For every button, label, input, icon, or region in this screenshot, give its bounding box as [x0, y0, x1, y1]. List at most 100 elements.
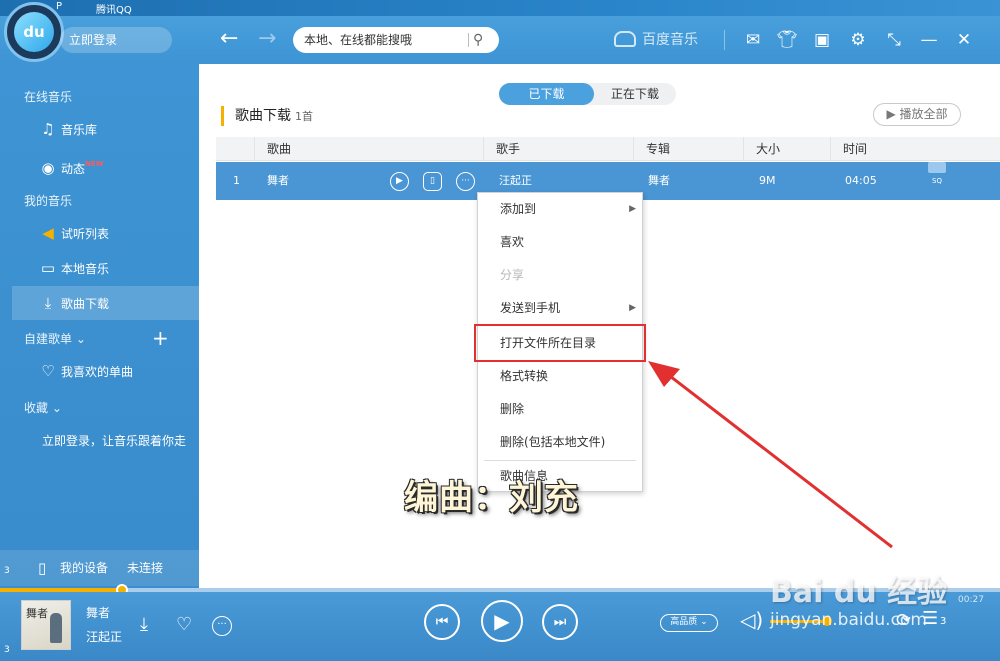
logo-text: du	[14, 12, 54, 52]
menu-item-delete[interactable]: 删除	[478, 393, 642, 426]
sidebar-section-custom-playlists[interactable]: 自建歌单 ⌄	[24, 330, 86, 347]
section-label: 自建歌单	[24, 332, 73, 346]
sq-quality-badge: SQ	[928, 162, 946, 185]
next-track-icon[interactable]: ⏭	[542, 604, 578, 640]
now-playing-title[interactable]: 舞者	[86, 604, 110, 621]
sidebar-section-collections[interactable]: 收藏 ⌄	[24, 399, 62, 416]
column-divider	[483, 137, 484, 161]
sidebar-item-music-library[interactable]: ♫ 音乐库	[12, 112, 199, 146]
page-title: 歌曲下载 1首	[221, 106, 313, 126]
menu-item-label: 格式转换	[500, 369, 549, 383]
column-divider	[830, 137, 831, 161]
music-note-icon: ♫	[41, 120, 55, 138]
search-divider	[468, 33, 469, 47]
close-icon[interactable]: ✕	[952, 28, 976, 52]
sidebar-section-online: 在线音乐	[24, 90, 73, 104]
sidebar-item-label: 动态	[61, 162, 86, 176]
login-prompt[interactable]: 立即登录，让音乐跟着你走	[42, 432, 186, 449]
column-header-album[interactable]: 专辑	[646, 137, 670, 161]
submenu-arrow-icon: ▶	[629, 303, 636, 313]
toolbar-divider	[724, 30, 725, 50]
toolbox-icon[interactable]: ▣	[810, 28, 834, 52]
search-input[interactable]: 本地、在线都能搜哦 ⚲	[293, 27, 499, 53]
now-playing-artist[interactable]: 汪起正	[86, 628, 122, 645]
menu-item-share: 分享	[478, 259, 642, 292]
menu-item-delete-with-files[interactable]: 删除(包括本地文件)	[478, 426, 642, 459]
phone-icon: ▯	[38, 559, 47, 577]
chevron-down-icon: ⌄	[75, 332, 86, 346]
mini-mode-icon[interactable]: ⤡	[882, 28, 906, 52]
disc-icon: ◉	[41, 159, 55, 177]
sidebar-item-favorites[interactable]: ♡ 我喜欢的单曲	[12, 354, 199, 388]
elapsed-time: 00:27	[958, 595, 984, 605]
column-header-size[interactable]: 大小	[756, 137, 780, 161]
previous-track-icon[interactable]: ⏮	[424, 604, 460, 640]
column-header-time[interactable]: 时间	[843, 137, 867, 161]
annotation-arrow-icon	[648, 361, 893, 549]
new-badge: NEW	[85, 160, 104, 168]
row-album[interactable]: 舞者	[648, 162, 670, 200]
search-icon[interactable]: ⚲	[473, 27, 483, 53]
brand-name: 百度音乐	[642, 32, 698, 48]
brand: 百度音乐	[614, 28, 698, 52]
column-header-artist[interactable]: 歌手	[496, 137, 520, 161]
quality-selector[interactable]: 高品质 ⌄	[660, 614, 718, 632]
sidebar-item-dynamics[interactable]: ◉ 动态NEW	[12, 147, 199, 181]
minimize-icon[interactable]: —	[917, 28, 941, 52]
quality-label: 高品质	[670, 617, 698, 627]
column-divider	[743, 137, 744, 161]
composer-overlay-text: 编曲：刘充	[404, 478, 579, 518]
edge-marker: 3	[4, 566, 10, 576]
row-more-icon[interactable]: ···	[456, 172, 475, 191]
desktop-qq-label: 腾讯QQ	[96, 5, 132, 16]
menu-item-format-convert[interactable]: 格式转换	[478, 360, 642, 393]
settings-gear-icon[interactable]: ⚙	[846, 28, 870, 52]
menu-item-label: 删除(包括本地文件)	[500, 435, 606, 449]
sidebar-item-label: 音乐库	[61, 123, 98, 137]
sidebar: 在线音乐 ♫ 音乐库 ◉ 动态NEW 我的音乐 ◀ 试听列表 ▭ 本地音乐 ⤓ 歌曲下载 …	[0, 64, 199, 586]
menu-item-send-to-phone[interactable]: 发送到手机 ▶	[478, 292, 642, 325]
heart-icon[interactable]: ♡	[176, 614, 192, 635]
table-header: 歌曲 歌手 专辑 大小 时间	[216, 137, 1000, 161]
sidebar-item-downloads[interactable]: ⤓ 歌曲下载	[12, 286, 199, 320]
section-label: 收藏	[24, 401, 49, 415]
menu-item-label: 分享	[500, 268, 525, 282]
title-bar: P 腾讯QQ du 立即登录 ← → 本地、在线都能搜哦 ⚲ 百度音乐 ✉ 👕︎…	[0, 0, 1000, 64]
sidebar-item-label: 本地音乐	[61, 262, 110, 276]
annotation-highlight-box	[474, 324, 646, 362]
sidebar-item-label: 我喜欢的单曲	[61, 365, 134, 379]
back-arrow-icon[interactable]: ←	[220, 26, 238, 52]
mail-icon[interactable]: ✉	[741, 28, 765, 52]
row-phone-icon[interactable]: ▯	[423, 172, 442, 191]
add-playlist-icon[interactable]: +	[152, 326, 169, 350]
download-icon: ⤓	[44, 294, 52, 312]
download-tabs: 已下载 正在下载	[499, 83, 676, 105]
more-icon[interactable]: ···	[212, 616, 232, 636]
row-song[interactable]: 舞者	[267, 162, 289, 200]
forward-arrow-icon[interactable]: →	[258, 26, 276, 52]
row-size: 9M	[759, 174, 776, 187]
sidebar-item-local-music[interactable]: ▭ 本地音乐	[12, 251, 199, 285]
column-header-song[interactable]: 歌曲	[267, 137, 291, 161]
sidebar-section-my-music: 我的音乐	[24, 194, 73, 208]
monitor-icon: ▭	[40, 259, 56, 277]
app-logo[interactable]: du	[4, 2, 64, 62]
play-all-button[interactable]: ▶ 播放全部	[873, 103, 961, 126]
album-cover[interactable]: 舞者	[21, 600, 71, 650]
tab-downloading[interactable]: 正在下载	[594, 83, 676, 105]
sidebar-item-trial-list[interactable]: ◀ 试听列表	[12, 216, 199, 250]
volume-icon[interactable]: ◁)	[740, 608, 763, 632]
sidebar-item-label: 歌曲下载	[61, 297, 110, 311]
page-title-text: 歌曲下载	[235, 108, 291, 124]
row-play-icon[interactable]: ▶	[390, 172, 409, 191]
play-icon[interactable]: ▶	[481, 600, 523, 642]
download-icon[interactable]: ⤓	[140, 614, 148, 635]
menu-item-like[interactable]: 喜欢	[478, 226, 642, 259]
device-label: 我的设备	[60, 561, 109, 575]
chevron-down-icon: ⌄	[51, 401, 62, 415]
menu-item-add-to[interactable]: 添加到 ▶	[478, 193, 642, 226]
skin-shirt-icon[interactable]: 👕︎	[775, 28, 799, 52]
login-button[interactable]: 立即登录	[60, 27, 172, 53]
device-bar[interactable]: ▯ 我的设备 未连接	[0, 550, 199, 586]
tab-downloaded[interactable]: 已下载	[499, 83, 594, 105]
